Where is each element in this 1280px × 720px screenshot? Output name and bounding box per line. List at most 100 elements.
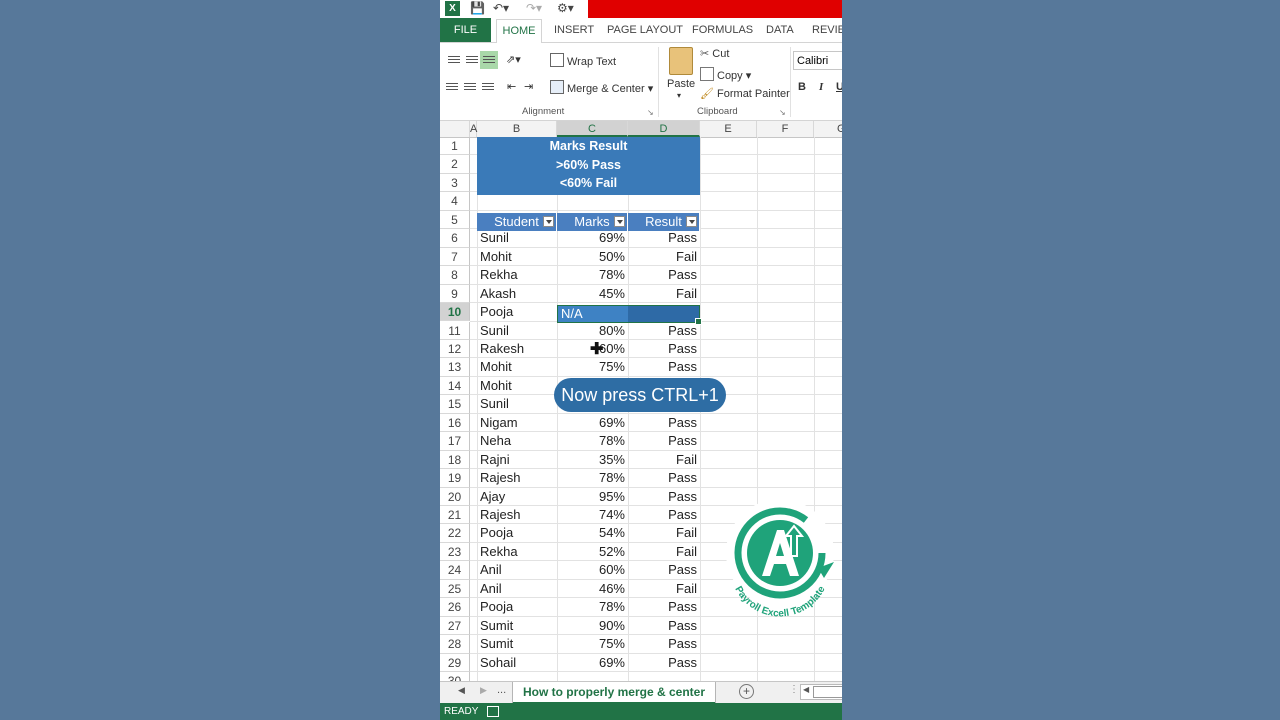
row-header[interactable]: 23 <box>440 542 470 562</box>
row-header[interactable]: 25 <box>440 579 470 599</box>
marks-cell[interactable]: 78% <box>557 469 628 487</box>
top-align-icon[interactable] <box>448 56 460 65</box>
student-cell[interactable]: Sumit <box>477 617 557 635</box>
select-all-corner[interactable] <box>440 121 470 137</box>
marks-cell[interactable]: 69% <box>557 229 628 247</box>
marks-cell[interactable]: 75% <box>557 635 628 653</box>
result-cell[interactable]: Pass <box>628 561 700 579</box>
row-header[interactable]: 4 <box>440 192 470 211</box>
student-cell[interactable]: Sohail <box>477 654 557 672</box>
row-header[interactable]: 22 <box>440 524 470 543</box>
student-cell[interactable]: Anil <box>477 580 557 598</box>
student-cell[interactable]: Pooja <box>477 598 557 616</box>
marks-cell[interactable]: 46% <box>557 580 628 598</box>
row-header[interactable]: 11 <box>440 321 470 340</box>
result-cell[interactable]: Pass <box>628 358 700 376</box>
more-sheets-button[interactable]: ... <box>497 684 506 696</box>
result-cell[interactable]: Pass <box>628 506 700 524</box>
marks-cell[interactable]: 69% <box>557 654 628 672</box>
student-cell[interactable]: Rajesh <box>477 469 557 487</box>
row-header[interactable]: 2 <box>440 155 470 174</box>
scrollbar-thumb[interactable] <box>813 686 842 698</box>
row-header[interactable]: 13 <box>440 358 470 377</box>
student-cell[interactable]: Mohit <box>477 377 557 395</box>
paste-icon[interactable] <box>669 47 693 75</box>
row-header[interactable]: 5 <box>440 210 470 230</box>
column-header-d[interactable]: D <box>628 121 700 137</box>
marks-cell[interactable]: 78% <box>557 432 628 450</box>
result-cell[interactable]: Fail <box>628 524 700 542</box>
row-header[interactable]: 15 <box>440 395 470 414</box>
increase-indent-icon[interactable]: ⇥ <box>524 80 533 94</box>
marks-cell[interactable]: 95% <box>557 488 628 506</box>
result-cell[interactable]: Pass <box>628 229 700 247</box>
marks-cell[interactable]: 54% <box>557 524 628 542</box>
wrap-text-button[interactable]: Wrap Text <box>550 53 616 69</box>
marks-cell[interactable]: 90% <box>557 617 628 635</box>
tab-data[interactable]: DATA <box>766 18 794 42</box>
row-header[interactable]: 1 <box>440 137 470 156</box>
student-cell[interactable]: Sumit <box>477 635 557 653</box>
align-right-icon[interactable] <box>482 83 494 92</box>
italic-button[interactable]: I <box>819 80 823 94</box>
row-header[interactable]: 10 <box>440 303 470 322</box>
row-header[interactable]: 30 <box>440 672 470 681</box>
result-cell[interactable]: Pass <box>628 635 700 653</box>
result-cell[interactable]: Pass <box>628 340 700 358</box>
column-header-g[interactable]: G <box>814 121 842 137</box>
result-cell[interactable]: Fail <box>628 543 700 561</box>
student-cell[interactable]: Anil <box>477 561 557 579</box>
filter-dropdown-icon[interactable] <box>614 216 625 227</box>
tab-formulas[interactable]: FORMULAS <box>692 18 753 42</box>
scroll-left-icon[interactable]: ◀ <box>803 685 809 694</box>
row-header[interactable]: 24 <box>440 561 470 580</box>
save-icon[interactable]: 💾 <box>470 1 485 16</box>
row-header[interactable]: 6 <box>440 229 470 248</box>
student-cell[interactable]: Mohit <box>477 358 557 376</box>
font-name-box[interactable]: Calibri <box>793 51 842 70</box>
middle-align-icon[interactable] <box>466 56 478 65</box>
undo-icon[interactable]: ↶▾ <box>493 1 509 16</box>
align-center-icon[interactable] <box>464 83 476 92</box>
student-cell[interactable]: Nigam <box>477 414 557 432</box>
marks-cell[interactable]: 50% <box>557 248 628 266</box>
marks-cell[interactable]: 78% <box>557 598 628 616</box>
underline-button[interactable]: U <box>836 80 842 94</box>
row-header[interactable]: 16 <box>440 413 470 433</box>
student-cell[interactable]: Sunil <box>477 395 557 413</box>
student-cell[interactable]: Rekha <box>477 543 557 561</box>
macro-record-icon[interactable] <box>487 706 499 717</box>
row-header[interactable]: 12 <box>440 339 470 359</box>
row-header[interactable]: 20 <box>440 487 470 506</box>
bold-button[interactable]: B <box>798 80 806 94</box>
row-header[interactable]: 18 <box>440 450 470 470</box>
next-sheet-icon[interactable]: ▶ <box>480 685 487 696</box>
marks-cell[interactable]: 78% <box>557 266 628 284</box>
sheet-tab-active[interactable]: How to properly merge & center <box>513 682 715 704</box>
row-header[interactable]: 29 <box>440 653 470 673</box>
tab-page-layout[interactable]: PAGE LAYOUT <box>607 18 683 42</box>
merge-center-button[interactable]: Merge & Center ▾ <box>550 80 653 96</box>
new-sheet-icon[interactable]: + <box>739 684 754 699</box>
result-cell[interactable]: Pass <box>628 266 700 284</box>
row-header[interactable]: 28 <box>440 635 470 654</box>
horizontal-scrollbar[interactable]: ◀ <box>800 684 842 700</box>
marks-cell[interactable]: 80% <box>557 322 628 340</box>
student-cell[interactable]: Rekha <box>477 266 557 284</box>
tab-home[interactable]: HOME <box>496 19 542 44</box>
result-cell[interactable]: Fail <box>628 580 700 598</box>
row-header[interactable]: 21 <box>440 506 470 525</box>
cut-button[interactable]: ✂ Cut <box>700 47 729 61</box>
row-header[interactable]: 14 <box>440 376 470 396</box>
bottom-align-button[interactable] <box>480 51 498 69</box>
column-header-a[interactable]: A <box>470 121 477 137</box>
student-cell[interactable]: Mohit <box>477 248 557 266</box>
result-cell[interactable]: Pass <box>628 414 700 432</box>
result-cell[interactable]: Pass <box>628 598 700 616</box>
format-painter-button[interactable]: 🖌 Format Painter <box>700 87 790 101</box>
redo-icon[interactable]: ↷▾ <box>526 1 542 16</box>
paste-dropdown-icon[interactable]: ▾ <box>677 89 681 103</box>
row-header[interactable]: 19 <box>440 469 470 488</box>
student-cell[interactable]: Sunil <box>477 322 557 340</box>
column-header-b[interactable]: B <box>477 121 557 137</box>
